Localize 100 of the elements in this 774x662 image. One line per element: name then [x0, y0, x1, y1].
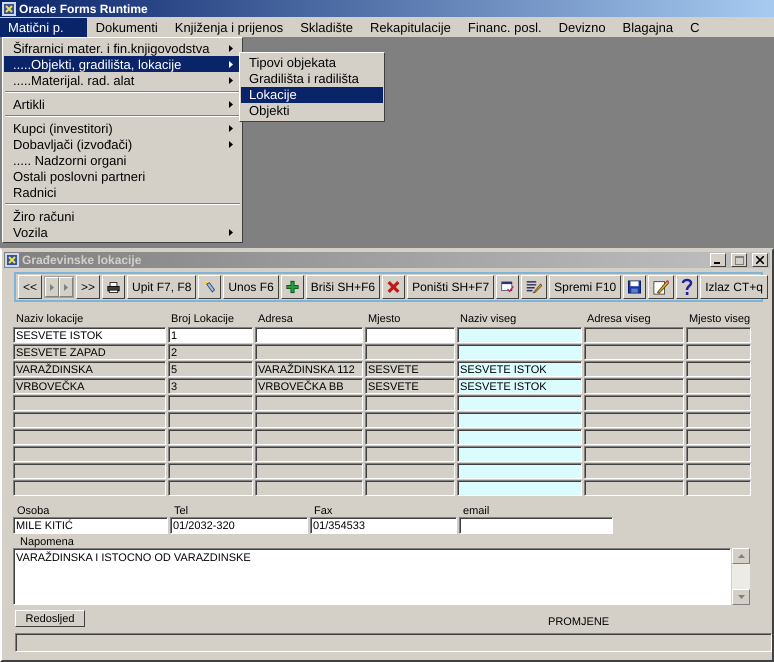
table-cell[interactable] [365, 429, 455, 445]
input-field[interactable] [459, 517, 613, 534]
menu-entry[interactable]: Vozila [4, 224, 241, 240]
table-cell[interactable]: VRBOVEČKA BB [255, 378, 363, 394]
plus-button[interactable] [280, 275, 304, 299]
table-cell[interactable] [365, 327, 455, 343]
table-cell[interactable]: VARAŽDINSKA [13, 361, 166, 377]
toolbar-button[interactable]: << [18, 275, 42, 299]
note-pencil-button[interactable] [648, 275, 674, 299]
table-cell[interactable] [686, 327, 751, 343]
table-cell[interactable]: 5 [168, 361, 253, 377]
table-cell[interactable] [13, 446, 166, 462]
table-cell[interactable] [686, 395, 751, 411]
toolbar-button[interactable]: Spremi F10 [549, 275, 622, 299]
menu-entry[interactable]: .....Materijal. rad. alat [4, 72, 241, 88]
table-cell[interactable] [457, 344, 582, 360]
table-cell[interactable] [584, 463, 684, 479]
menu-item[interactable]: Blagajna [614, 18, 682, 36]
table-cell[interactable]: SESVETE ZAPAD [13, 344, 166, 360]
menu-entry[interactable]: Ostali poslovni partneri [4, 168, 241, 184]
list-pencil-button[interactable] [521, 275, 548, 299]
menu-entry[interactable]: Gradilišta i radilišta [241, 71, 383, 87]
table-cell[interactable] [365, 480, 455, 496]
help-button[interactable] [676, 275, 698, 299]
cross-button[interactable] [382, 275, 406, 299]
menu-entry[interactable]: Radnici [4, 184, 241, 200]
menu-item[interactable]: Matični p. [0, 18, 87, 36]
table-cell[interactable] [13, 429, 166, 445]
toolbar-button[interactable]: Izlaz CT+q [700, 275, 768, 299]
table-cell[interactable] [584, 480, 684, 496]
menu-entry[interactable]: Dobavljači (izvođači) [4, 136, 241, 152]
table-cell[interactable] [457, 395, 582, 411]
table-cell[interactable]: SESVETE ISTOK [457, 378, 582, 394]
table-cell[interactable] [255, 412, 363, 428]
table-cell[interactable] [255, 463, 363, 479]
menu-entry[interactable]: Kupci (investitori) [4, 120, 241, 136]
note-field[interactable]: VARAŽDINSKA I ISTOCNO OD VARAZDINSKE [13, 548, 731, 605]
table-cell[interactable] [584, 361, 684, 377]
table-cell[interactable] [584, 327, 684, 343]
toolbar-button[interactable]: Upit F7, F8 [127, 275, 196, 299]
table-cell[interactable] [686, 429, 751, 445]
table-cell[interactable] [255, 429, 363, 445]
form-check-button[interactable] [496, 275, 520, 299]
table-cell[interactable] [686, 480, 751, 496]
table-cell[interactable] [686, 463, 751, 479]
table-cell[interactable] [13, 395, 166, 411]
input-field[interactable]: MILE KITIĆ [13, 517, 168, 534]
table-cell[interactable] [13, 463, 166, 479]
menu-entry[interactable]: Lokacije [241, 87, 383, 103]
menu-item[interactable]: Rekapitulacije [362, 18, 459, 36]
table-cell[interactable]: SESVETE ISTOK [457, 361, 582, 377]
table-cell[interactable] [686, 446, 751, 462]
table-cell[interactable] [365, 463, 455, 479]
record-scrollbar[interactable] [44, 276, 74, 298]
table-cell[interactable] [365, 395, 455, 411]
maximize-button[interactable] [731, 253, 747, 267]
menu-item[interactable]: Skladište [292, 18, 361, 36]
table-cell[interactable] [168, 480, 253, 496]
toolbar-button[interactable]: Briši SH+F6 [306, 275, 380, 299]
table-cell[interactable] [365, 446, 455, 462]
menu-item[interactable]: C [682, 18, 708, 36]
table-cell[interactable] [584, 395, 684, 411]
table-cell[interactable] [168, 395, 253, 411]
menu-item[interactable]: Knjiženja i prijenos [166, 18, 292, 36]
table-cell[interactable]: VARAŽDINSKA 112 [255, 361, 363, 377]
table-cell[interactable] [457, 327, 582, 343]
toolbar-button[interactable]: Poništi SH+F7 [407, 275, 494, 299]
menu-entry[interactable]: Tipovi objekata [241, 55, 383, 71]
table-cell[interactable]: SESVETE [365, 361, 455, 377]
flashlight-button[interactable] [198, 275, 222, 299]
menu-entry[interactable]: ..... Nadzorni organi [4, 152, 241, 168]
table-cell[interactable]: SESVETE [365, 378, 455, 394]
table-cell[interactable] [686, 412, 751, 428]
table-cell[interactable]: 1 [168, 327, 253, 343]
table-cell[interactable] [584, 412, 684, 428]
table-cell[interactable] [686, 378, 751, 394]
vertical-scrollbar[interactable] [732, 548, 750, 605]
menu-item[interactable]: Financ. posl. [460, 18, 550, 36]
table-cell[interactable] [255, 395, 363, 411]
menu-entry[interactable]: .....Objekti, gradilišta, lokacije [4, 56, 241, 72]
input-field[interactable]: 01/2032-320 [170, 517, 308, 534]
table-cell[interactable] [584, 344, 684, 360]
menu-item[interactable]: Dokumenti [88, 18, 166, 36]
table-cell[interactable]: 2 [168, 344, 253, 360]
table-cell[interactable] [584, 429, 684, 445]
table-cell[interactable] [686, 344, 751, 360]
table-cell[interactable] [168, 429, 253, 445]
table-cell[interactable] [584, 378, 684, 394]
menu-entry[interactable]: Artikli [4, 96, 241, 112]
menu-entry[interactable]: Šifrarnici mater. i fin.knjigovodstva [4, 40, 241, 56]
table-cell[interactable] [365, 344, 455, 360]
table-cell[interactable] [457, 480, 582, 496]
table-cell[interactable] [168, 412, 253, 428]
menu-entry[interactable]: Žiro računi [4, 208, 241, 224]
printer-button[interactable] [102, 275, 126, 299]
table-cell[interactable] [168, 463, 253, 479]
menu-item[interactable]: Devizno [550, 18, 614, 36]
toolbar-button[interactable]: >> [76, 275, 100, 299]
menu-entry[interactable]: Objekti [241, 103, 383, 119]
table-cell[interactable]: VRBOVEČKA [13, 378, 166, 394]
